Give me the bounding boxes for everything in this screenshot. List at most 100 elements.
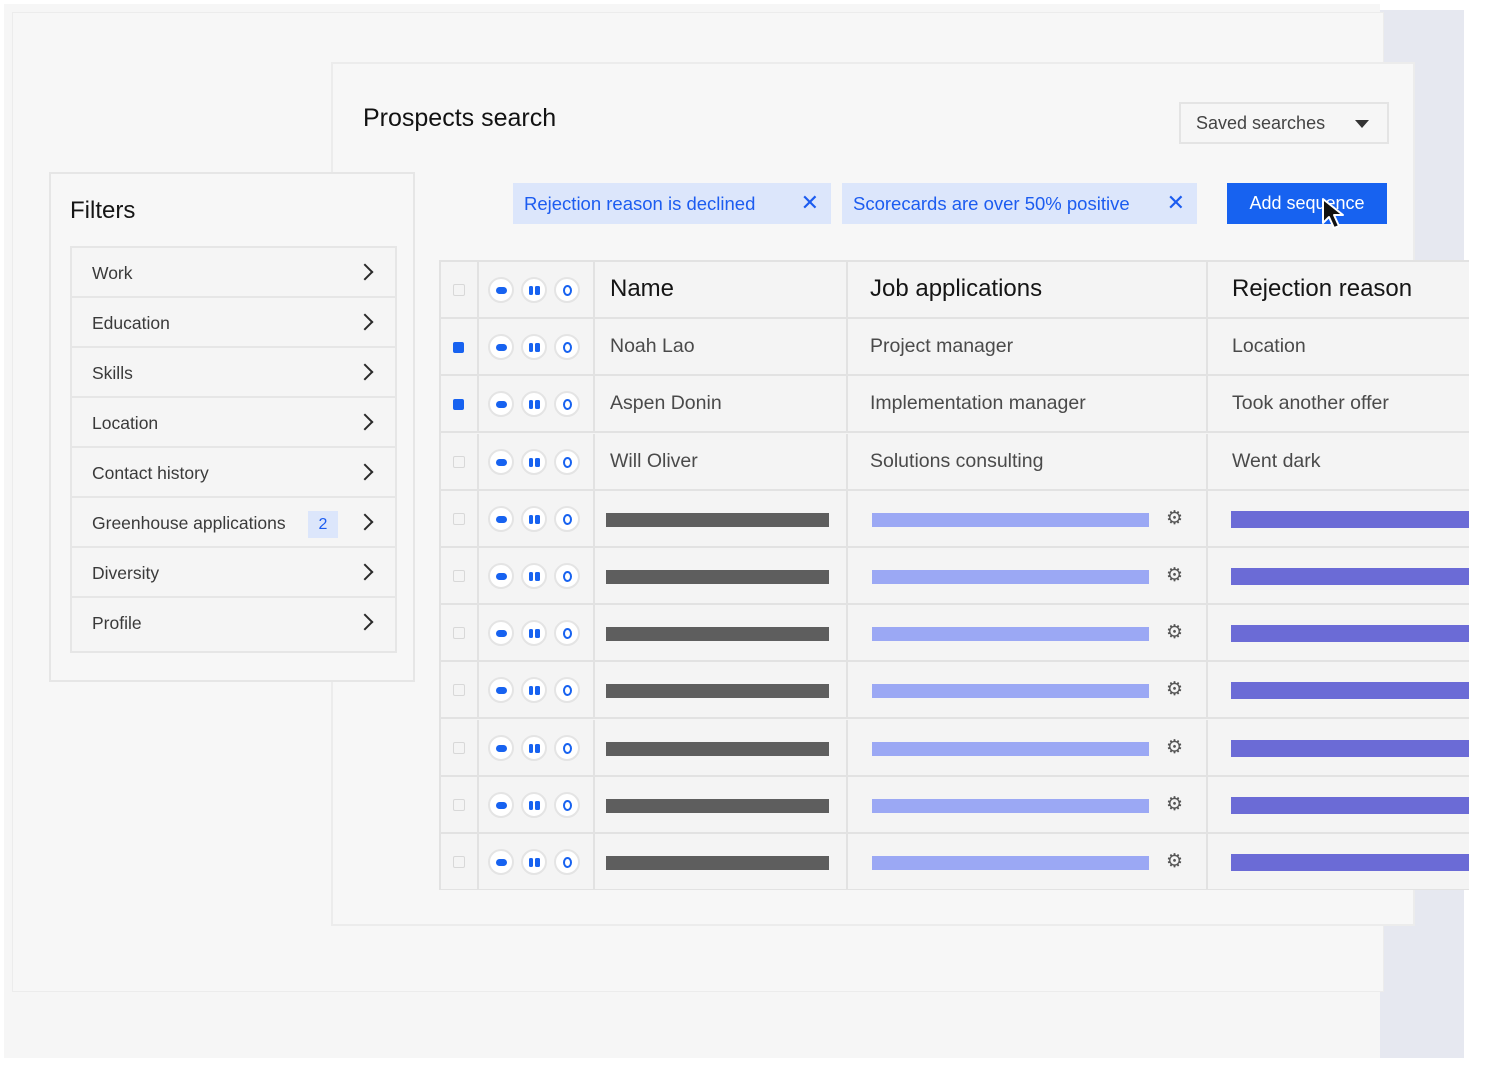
circle-icon[interactable]: [554, 620, 580, 647]
circle-icon[interactable]: [554, 849, 580, 875]
row-actions-cell: [479, 776, 595, 832]
gear-icon[interactable]: ⚙: [1166, 737, 1183, 758]
close-icon[interactable]: ✕: [801, 191, 819, 215]
table-row[interactable]: Will Oliver Solutions consulting Went dark: [441, 433, 1469, 491]
circle-icon[interactable]: [554, 563, 580, 589]
add-sequence-button[interactable]: Add sequence: [1227, 183, 1387, 224]
row-checkbox[interactable]: [453, 455, 465, 468]
row-checkbox[interactable]: [453, 512, 465, 525]
placeholder-bar: [872, 856, 1149, 870]
close-icon[interactable]: ✕: [1167, 191, 1185, 215]
row-checkbox[interactable]: [453, 570, 465, 582]
saved-searches-dropdown[interactable]: Saved searches: [1179, 102, 1389, 144]
filter-item-education[interactable]: Education: [72, 298, 395, 348]
row-checkbox[interactable]: [453, 627, 465, 640]
pill-icon[interactable]: [488, 334, 514, 361]
pause-icon[interactable]: [521, 277, 547, 303]
row-actions-cell: [479, 490, 595, 546]
circle-icon[interactable]: [554, 334, 580, 361]
row-actions-cell: [479, 605, 595, 661]
pill-icon[interactable]: [488, 505, 514, 532]
circle-icon[interactable]: [554, 734, 580, 761]
pause-icon[interactable]: [521, 849, 547, 875]
checkbox-cell: [441, 662, 479, 718]
pause-icon[interactable]: [521, 391, 547, 418]
pill-icon[interactable]: [488, 677, 514, 704]
placeholder-bar: [872, 627, 1149, 642]
pill-icon[interactable]: [488, 849, 514, 875]
name-cell: [595, 662, 848, 718]
rejection-reason-cell: [1208, 491, 1469, 546]
prospect-name[interactable]: Will Oliver: [610, 450, 698, 473]
placeholder-bar: [1231, 625, 1469, 643]
pill-icon[interactable]: [488, 448, 514, 475]
column-header-name[interactable]: Name: [595, 262, 848, 317]
prospect-name[interactable]: Noah Lao: [610, 335, 695, 358]
placeholder-bar: [606, 684, 829, 699]
prospect-name[interactable]: Aspen Donin: [610, 392, 722, 415]
placeholder-bar: [1231, 854, 1469, 871]
gear-icon[interactable]: ⚙: [1166, 508, 1183, 529]
row-actions-cell: [479, 433, 595, 489]
column-header-job-applications[interactable]: Job applications: [848, 262, 1208, 317]
table-row[interactable]: Aspen Donin Implementation manager Took an…: [441, 376, 1469, 434]
job-application-cell: ⚙: [848, 605, 1208, 661]
filter-item-skills[interactable]: Skills: [72, 348, 395, 398]
row-checkbox[interactable]: [453, 342, 464, 354]
circle-icon[interactable]: [554, 277, 580, 303]
job-application-cell: ⚙: [848, 776, 1208, 832]
column-header-rejection-reason[interactable]: Rejection reason: [1208, 262, 1469, 317]
circle-icon[interactable]: [554, 505, 580, 532]
pause-icon[interactable]: [521, 620, 547, 647]
select-all-checkbox[interactable]: [453, 284, 465, 296]
circle-icon[interactable]: [554, 448, 580, 475]
row-checkbox[interactable]: [453, 798, 465, 811]
row-checkbox[interactable]: [453, 684, 465, 697]
pause-icon[interactable]: [521, 791, 547, 818]
pause-icon[interactable]: [521, 734, 547, 761]
placeholder-bar: [1231, 796, 1469, 814]
pill-icon[interactable]: [488, 791, 514, 818]
circle-icon[interactable]: [554, 391, 580, 418]
pill-icon[interactable]: [488, 391, 514, 418]
filter-item-diversity[interactable]: Diversity: [72, 548, 395, 598]
filter-item-profile[interactable]: Profile: [72, 598, 395, 648]
table-row[interactable]: Noah Lao Project manager Location: [441, 319, 1469, 377]
rejection-reason-cell: [1208, 605, 1469, 660]
pause-icon[interactable]: [521, 505, 547, 532]
row-checkbox[interactable]: [453, 399, 464, 411]
circle-icon[interactable]: [554, 791, 580, 818]
filter-chip-scorecards[interactable]: Scorecards are over 50% positive ✕: [842, 183, 1197, 224]
placeholder-row: ⚙: [441, 662, 1469, 720]
column-header-label: Name: [610, 275, 675, 302]
pause-icon[interactable]: [521, 334, 547, 361]
row-actions-cell: [479, 834, 595, 889]
gear-icon[interactable]: ⚙: [1166, 566, 1183, 586]
column-header-label: Job applications: [870, 275, 1043, 302]
pill-icon[interactable]: [488, 563, 514, 589]
pause-icon[interactable]: [521, 563, 547, 589]
job-application-cell: ⚙: [848, 719, 1208, 775]
pause-icon[interactable]: [521, 677, 547, 704]
gear-icon[interactable]: ⚙: [1166, 852, 1183, 872]
rejection-reason-cell: [1208, 777, 1469, 832]
circle-icon[interactable]: [554, 677, 580, 704]
pill-icon[interactable]: [488, 620, 514, 647]
filter-chip-rejection-reason[interactable]: Rejection reason is declined ✕: [513, 183, 831, 224]
name-cell: [595, 776, 848, 832]
gear-icon[interactable]: ⚙: [1166, 794, 1183, 815]
gear-icon[interactable]: ⚙: [1166, 623, 1183, 643]
row-checkbox[interactable]: [453, 856, 465, 868]
column-header-label: Rejection reason: [1232, 275, 1413, 302]
chevron-down-icon: [1355, 120, 1369, 128]
filter-item-location[interactable]: Location: [72, 398, 395, 448]
filter-item-work[interactable]: Work: [72, 248, 395, 298]
pill-icon[interactable]: [488, 277, 514, 303]
gear-icon[interactable]: ⚙: [1166, 680, 1183, 700]
filter-item-greenhouse-applications[interactable]: Greenhouse applications 2: [72, 498, 395, 548]
filter-item-contact-history[interactable]: Contact history: [72, 448, 395, 498]
row-actions-cell: [479, 719, 595, 775]
pause-icon[interactable]: [521, 448, 547, 475]
row-checkbox[interactable]: [453, 741, 465, 754]
pill-icon[interactable]: [488, 734, 514, 761]
